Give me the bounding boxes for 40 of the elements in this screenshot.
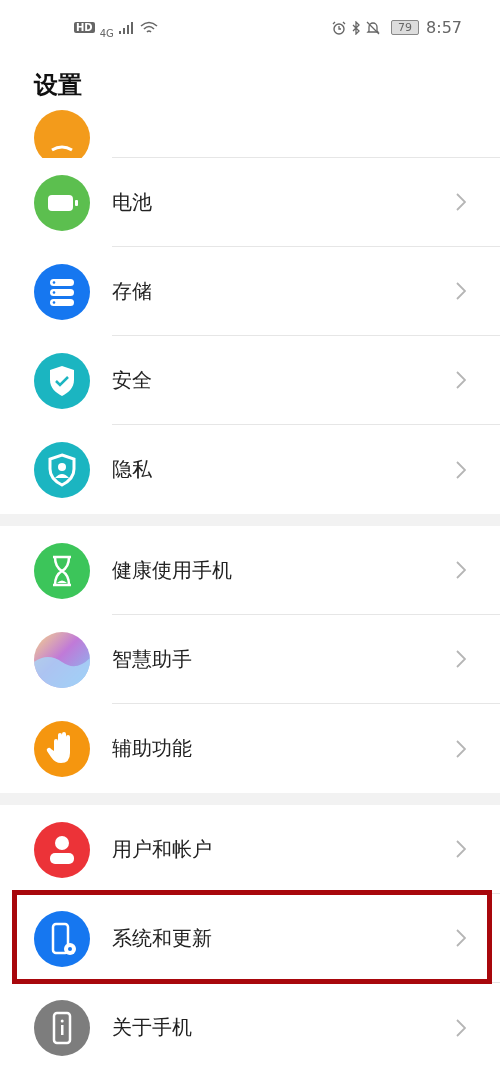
clock-time: 8:57: [426, 18, 462, 37]
chevron-icon: [456, 460, 466, 479]
settings-item-label[interactable]: 隐私: [112, 456, 152, 483]
battery-icon: [34, 174, 90, 231]
bluetooth-icon: [351, 20, 362, 35]
settings-item-label[interactable]: 存储: [112, 277, 152, 305]
settings-item-label[interactable]: 智慧助手: [112, 645, 192, 673]
settings-item-label[interactable]: 健康使用手机: [112, 556, 232, 584]
page-title: 设置: [32, 70, 83, 101]
chevron-icon: [456, 371, 466, 389]
hd-badge: HD: [74, 22, 95, 33]
battery-level: 79: [391, 20, 420, 35]
chevron-icon: [456, 282, 466, 300]
chevron-icon: [456, 840, 466, 858]
phone-gear-icon: [34, 910, 90, 967]
chevron-icon: [456, 929, 466, 947]
shield-person-icon: [34, 441, 90, 498]
settings-item-label[interactable]: 系统和更新: [112, 924, 212, 952]
bell-muted-icon: [366, 20, 381, 35]
signal-icon: [118, 21, 135, 34]
settings-item-label[interactable]: 安全: [112, 366, 152, 394]
chevron-icon: [456, 561, 466, 579]
hourglass-icon: [34, 542, 90, 599]
chevron-icon: [456, 193, 466, 211]
gradient-orb-icon: [34, 631, 90, 688]
settings-item-label[interactable]: 用户和帐户: [112, 835, 212, 863]
alarm-icon: [332, 20, 347, 35]
shield-check-icon: [34, 352, 90, 409]
person-icon: [34, 821, 90, 878]
storage-icon: [34, 263, 90, 320]
settings-item-label[interactable]: 辅助功能: [112, 735, 192, 762]
hand-icon: [34, 720, 90, 777]
phone-info-icon: [34, 999, 90, 1056]
settings-item-label[interactable]: 关于手机: [112, 1014, 192, 1041]
chevron-icon: [456, 739, 466, 758]
network-type: 4G: [99, 28, 114, 39]
chevron-icon: [456, 650, 466, 668]
chevron-icon: [456, 1018, 466, 1037]
wifi-icon: [139, 20, 158, 35]
settings-item-label[interactable]: 电池: [112, 188, 152, 216]
